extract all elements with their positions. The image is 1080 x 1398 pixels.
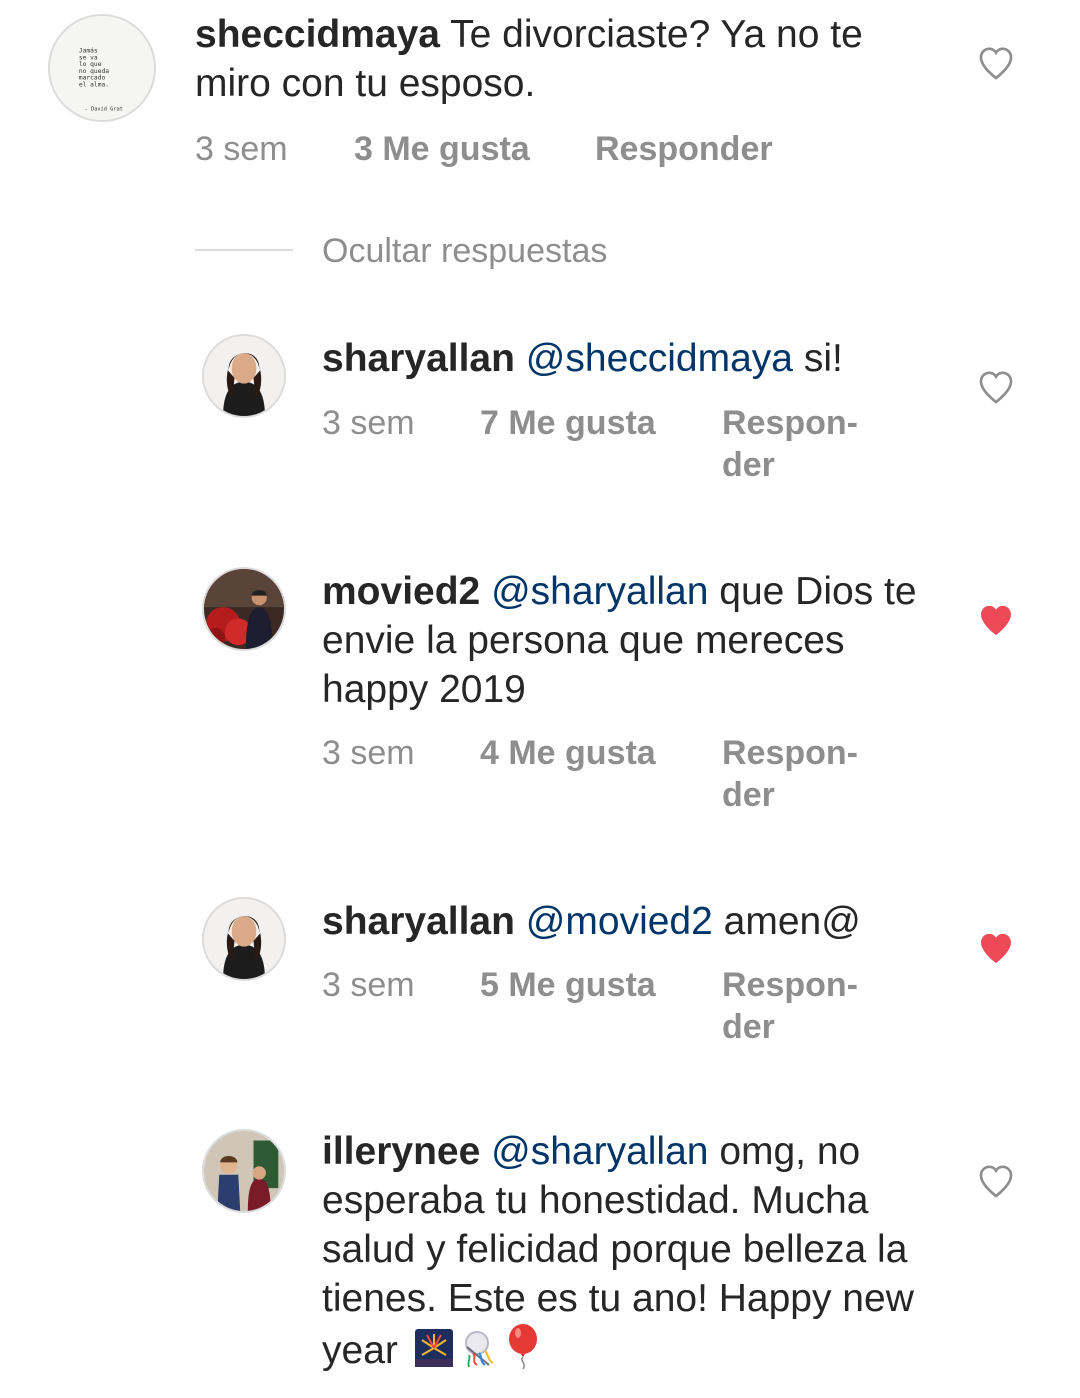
avatar[interactable] [202, 334, 286, 418]
reply-text: sharyallan @sheccidmaya si! [322, 334, 932, 383]
reply-body: amen@ [712, 900, 861, 943]
username-link[interactable]: sharyallan [322, 337, 515, 380]
divider [195, 249, 293, 251]
avatar-photo [204, 569, 284, 649]
svg-text:- David Grat: - David Grat [85, 106, 123, 112]
reply-button[interactable]: Responder [595, 128, 773, 170]
reply-sharyallan-1: sharyallan @sheccidmaya si! 3 sem 7 Me g… [0, 330, 1080, 500]
timestamp: 3 sem [195, 130, 288, 168]
username-link[interactable]: illerynee [322, 1130, 480, 1173]
heart-icon[interactable] [976, 367, 1016, 407]
mention-link[interactable]: @movied2 [526, 900, 713, 943]
likes-count[interactable]: 3 Me gusta [354, 128, 530, 170]
reply-text: sharyallan @movied2 amen@ [322, 897, 932, 946]
hide-replies-label: Ocultar respuestas [322, 232, 608, 270]
mention-link[interactable]: @sharyallan [491, 1130, 708, 1173]
comment-sheccidmaya: Jamás se va lo que no queda marcado el a… [0, 0, 1080, 200]
reply-text: movied2 @sharyallan que Dios te envie la… [322, 567, 942, 714]
reply-sharyallan-2: sharyallan @movied2 amen@ 3 sem 5 Me gus… [0, 893, 1080, 1063]
heart-icon-liked[interactable] [976, 600, 1016, 640]
avatar[interactable] [202, 897, 286, 981]
fireworks-emoji [413, 1327, 455, 1381]
avatar[interactable] [202, 1129, 286, 1213]
avatar-photo [204, 1131, 284, 1211]
reply-body: si! [793, 337, 843, 380]
username-link[interactable]: sheccidmaya [195, 13, 440, 56]
reply-button[interactable]: Respon-der [722, 402, 872, 486]
avatar-photo [204, 336, 284, 416]
heart-icon[interactable] [976, 43, 1016, 83]
username-link[interactable]: sharyallan [322, 900, 515, 943]
heart-icon-liked[interactable] [976, 928, 1016, 968]
svg-text:el alma.: el alma. [79, 81, 109, 88]
likes-count[interactable]: 4 Me gusta [480, 732, 656, 774]
comment-text: sheccidmaya Te divorciaste? Ya no te mir… [195, 10, 935, 108]
reply-illerynee: illerynee @sharyallan omg, no esperaba t… [0, 1125, 1080, 1398]
reply-meta: 3 sem 5 Me gusta Respon-der [322, 964, 922, 1054]
likes-count[interactable]: 5 Me gusta [480, 964, 656, 1006]
avatar[interactable] [202, 567, 286, 651]
reply-text: illerynee @sharyallan omg, no esperaba t… [322, 1127, 942, 1381]
reply-button[interactable]: Respon-der [722, 732, 872, 816]
confetti-emoji [459, 1327, 501, 1381]
username-link[interactable]: movied2 [322, 570, 480, 613]
timestamp: 3 sem [322, 734, 415, 772]
timestamp: 3 sem [322, 404, 415, 442]
timestamp: 3 sem [322, 966, 415, 1004]
balloon-emoji [505, 1323, 541, 1381]
comment-meta: 3 sem 3 Me gusta Responder [195, 128, 895, 170]
likes-count[interactable]: 7 Me gusta [480, 402, 656, 444]
heart-icon[interactable] [976, 1161, 1016, 1201]
reply-meta: 3 sem 4 Me gusta Respon-der [322, 732, 922, 822]
avatar-photo [204, 899, 284, 979]
avatar-quote-image: Jamás se va lo que no queda marcado el a… [50, 16, 154, 120]
reply-meta: 3 sem 7 Me gusta Respon-der [322, 402, 922, 492]
avatar[interactable]: Jamás se va lo que no queda marcado el a… [48, 14, 156, 122]
reply-button[interactable]: Respon-der [722, 964, 872, 1048]
mention-link[interactable]: @sharyallan [491, 570, 708, 613]
mention-link[interactable]: @sheccidmaya [526, 337, 793, 380]
reply-movied2: movied2 @sharyallan que Dios te envie la… [0, 563, 1080, 823]
